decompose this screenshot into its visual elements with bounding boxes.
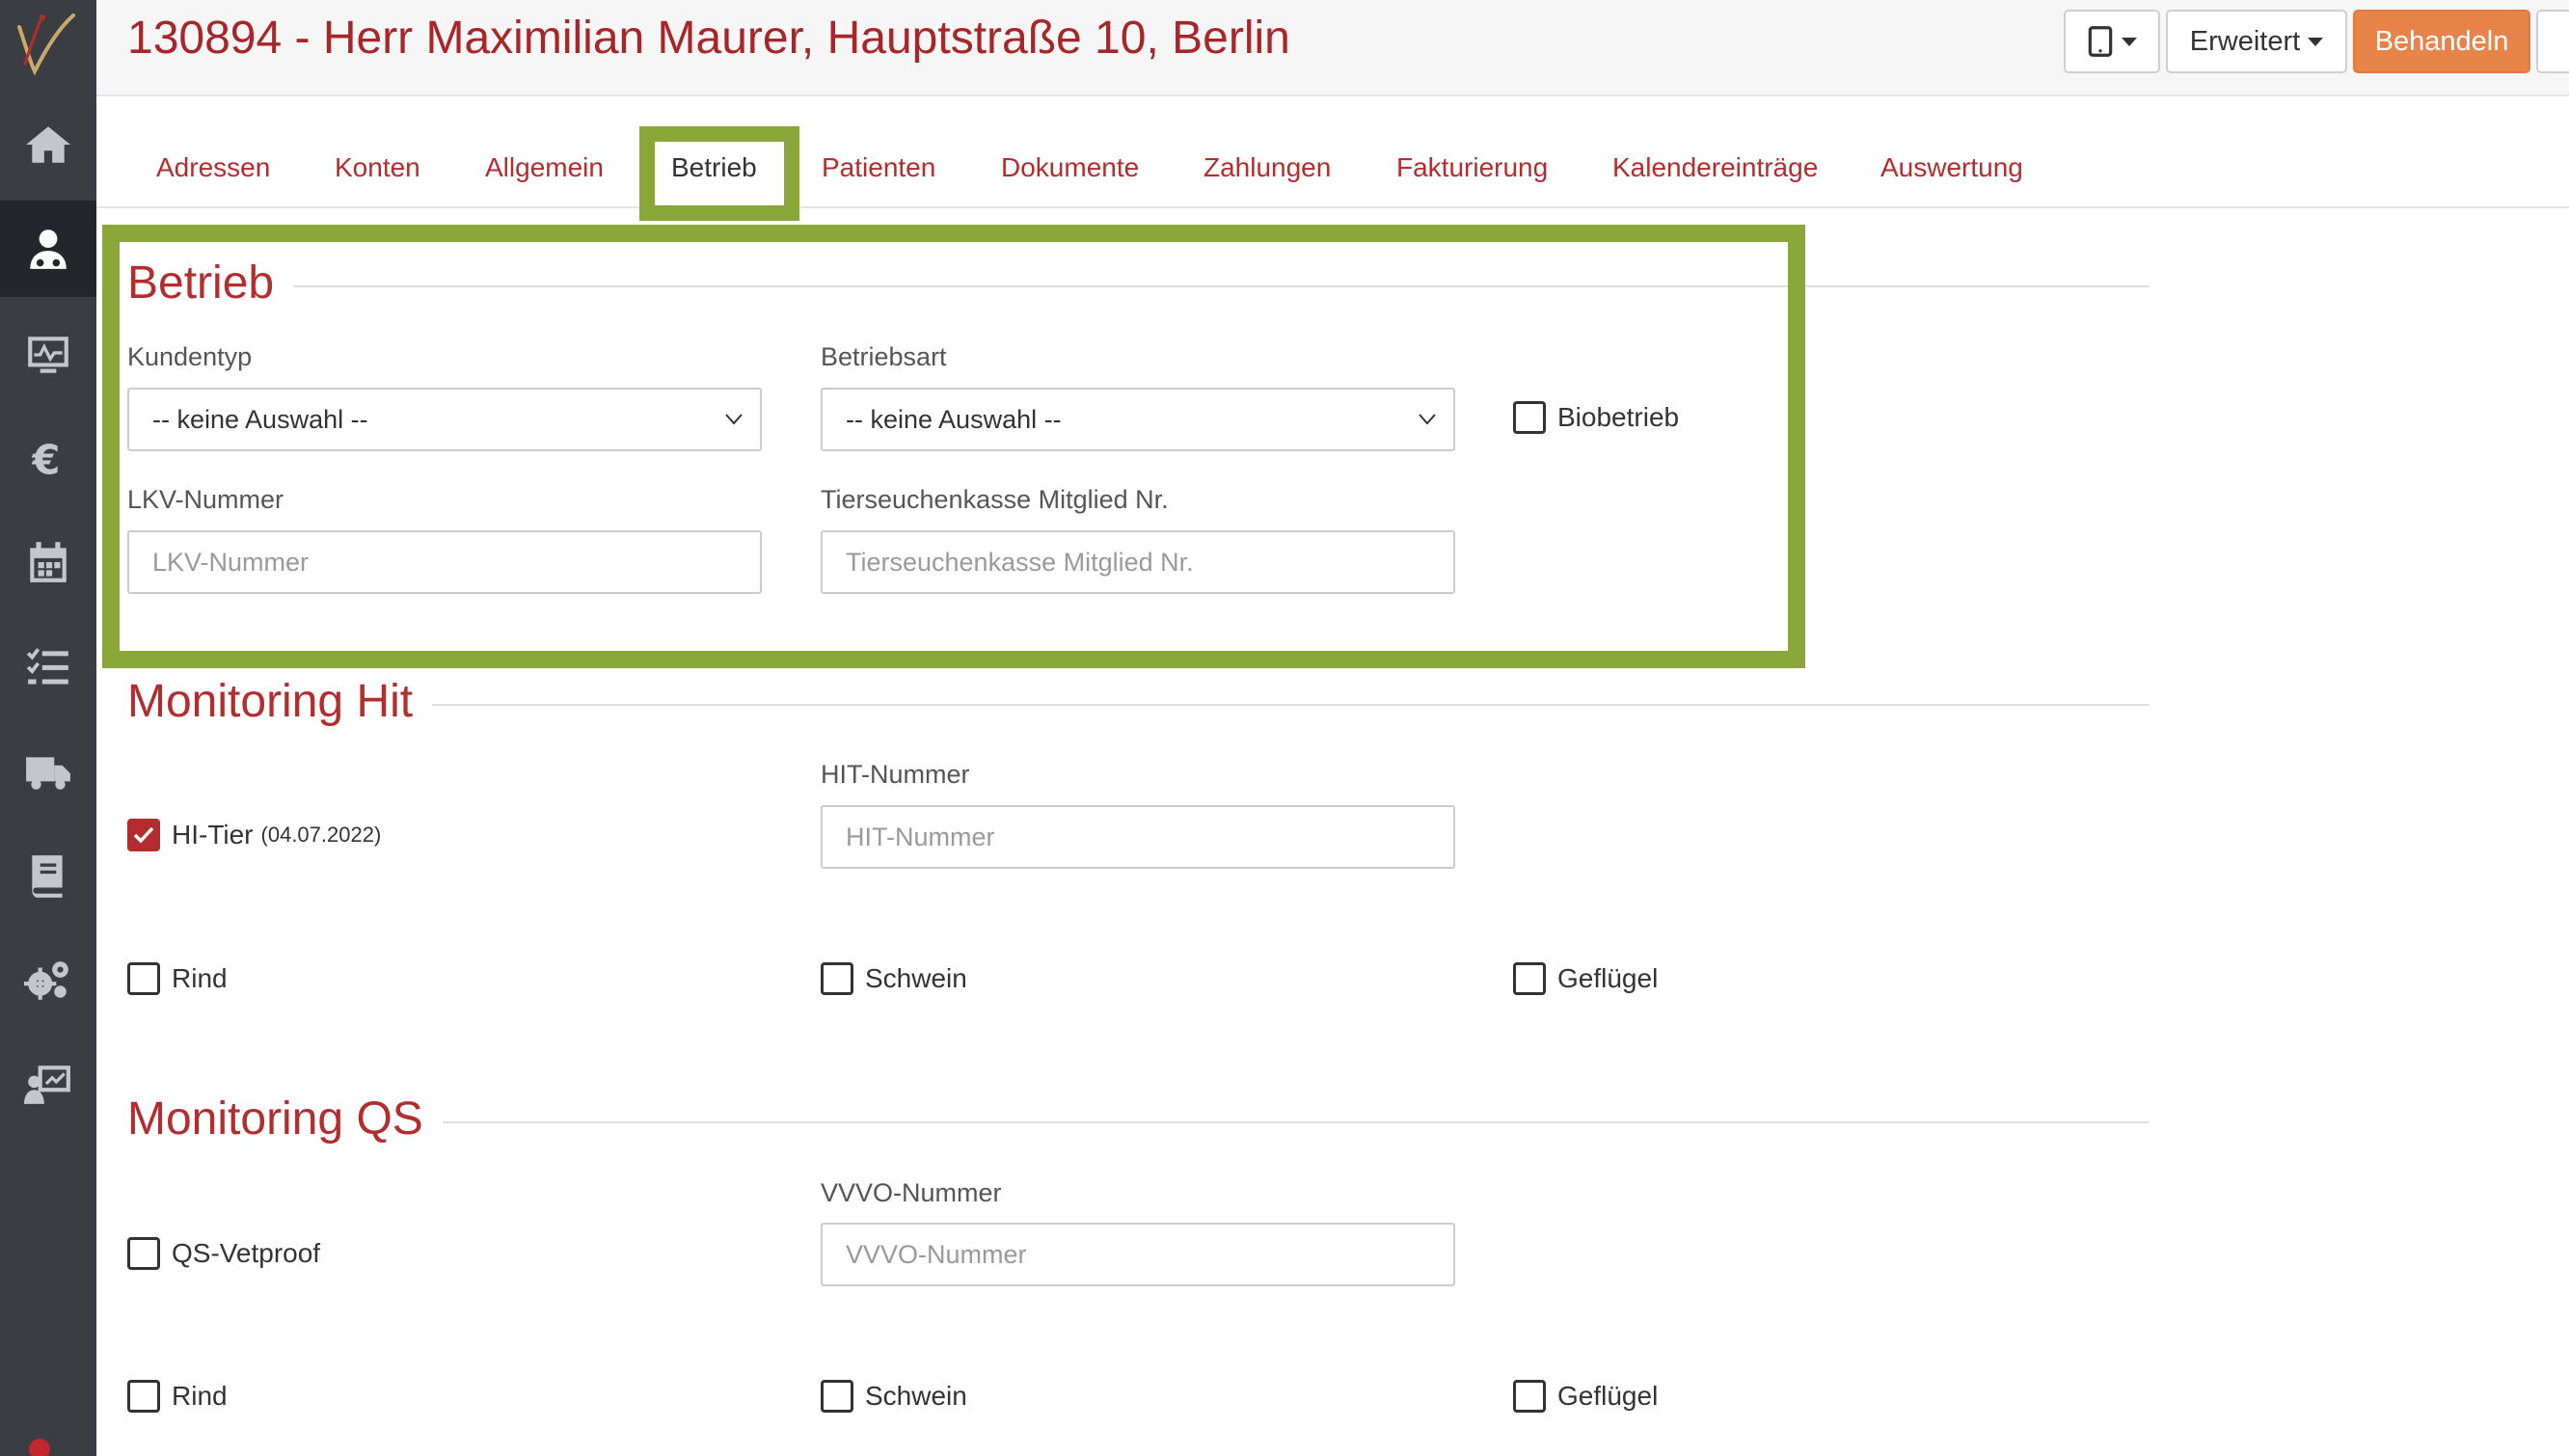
sidebar-item-documents[interactable] bbox=[0, 827, 96, 924]
sidebar-item-tasks[interactable] bbox=[0, 619, 96, 715]
qs-rind-checkbox[interactable]: Rind bbox=[127, 1380, 228, 1413]
hit-nummer-input[interactable]: HIT-Nummer bbox=[821, 805, 1455, 869]
tierseuchenkasse-placeholder: Tierseuchenkasse Mitglied Nr. bbox=[846, 547, 1194, 577]
hitier-date: (04.07.2022) bbox=[260, 822, 382, 847]
app-logo[interactable] bbox=[6, 6, 83, 83]
customer-icon bbox=[30, 229, 67, 269]
presentation-icon bbox=[24, 1065, 70, 1104]
lkv-placeholder: LKV-Nummer bbox=[152, 547, 310, 577]
section-title-monitoring-qs: Monitoring QS bbox=[127, 1092, 443, 1146]
hit-rind-label: Rind bbox=[172, 963, 228, 993]
svg-text:€: € bbox=[31, 437, 60, 482]
section-title-betrieb: Betrieb bbox=[127, 256, 294, 310]
home-icon bbox=[26, 126, 70, 163]
sidebar: € bbox=[0, 0, 96, 1456]
hit-rind-checkbox[interactable]: Rind bbox=[127, 962, 228, 995]
checkbox-box[interactable] bbox=[1513, 1380, 1546, 1413]
euro-icon: € bbox=[31, 437, 60, 482]
page-header: 130894 - Herr Maximilian Maurer, Hauptst… bbox=[96, 0, 2569, 96]
tierseuchenkasse-input[interactable]: Tierseuchenkasse Mitglied Nr. bbox=[821, 530, 1455, 594]
sidebar-item-monitor[interactable] bbox=[0, 307, 96, 403]
sidebar-item-calendar[interactable] bbox=[0, 514, 96, 610]
notification-dot[interactable] bbox=[29, 1439, 50, 1456]
tab-betrieb[interactable]: Betrieb bbox=[671, 152, 757, 183]
qs-gefluegel-label: Geflügel bbox=[1557, 1381, 1659, 1411]
checkbox-box[interactable] bbox=[127, 962, 160, 995]
checkbox-box[interactable] bbox=[127, 1380, 160, 1413]
checkbox-box[interactable] bbox=[821, 962, 853, 995]
vvvo-placeholder: VVVO-Nummer bbox=[846, 1239, 1027, 1269]
kundentyp-label: Kundentyp bbox=[127, 342, 253, 371]
hitier-checkbox[interactable]: HI-Tier (04.07.2022) bbox=[127, 819, 381, 851]
checkbox-box[interactable] bbox=[127, 1237, 160, 1270]
tab-adressen[interactable]: Adressen bbox=[156, 152, 270, 183]
hit-nummer-placeholder: HIT-Nummer bbox=[846, 822, 995, 851]
tab-bar: Adressen Konten Allgemein Betrieb Patien… bbox=[96, 125, 2569, 221]
tab-auswertung[interactable]: Auswertung bbox=[1880, 152, 2023, 183]
tab-kalendereintraege[interactable]: Kalendereinträge bbox=[1612, 152, 1818, 183]
vvvo-label: VVVO-Nummer bbox=[821, 1178, 1002, 1207]
tierseuchenkasse-label: Tierseuchenkasse Mitglied Nr. bbox=[821, 485, 1169, 514]
qs-schwein-checkbox[interactable]: Schwein bbox=[821, 1380, 967, 1413]
biobetrieb-checkbox[interactable]: Biobetrieb bbox=[1513, 401, 1679, 434]
qs-schwein-label: Schwein bbox=[865, 1381, 967, 1411]
checkbox-box[interactable] bbox=[1513, 962, 1546, 995]
sidebar-item-home[interactable] bbox=[0, 96, 96, 193]
chevron-down-icon bbox=[725, 414, 743, 425]
kundentyp-value: -- keine Auswahl -- bbox=[152, 404, 368, 434]
hit-schwein-label: Schwein bbox=[865, 963, 967, 993]
erweitert-label: Erweitert bbox=[2189, 25, 2301, 57]
calendar-icon bbox=[30, 542, 67, 582]
truck-icon bbox=[26, 757, 70, 790]
more-actions-button[interactable] bbox=[2536, 10, 2569, 73]
sidebar-item-customer[interactable] bbox=[0, 201, 96, 297]
sidebar-item-reports[interactable] bbox=[0, 1036, 96, 1132]
section-title-monitoring-hit: Monitoring Hit bbox=[127, 675, 433, 728]
monitor-chart-icon bbox=[28, 337, 68, 373]
book-icon bbox=[32, 855, 63, 898]
betriebsart-select[interactable]: -- keine Auswahl -- bbox=[821, 388, 1455, 451]
tablet-icon bbox=[2088, 26, 2113, 57]
sidebar-item-finance[interactable]: € bbox=[0, 410, 96, 506]
tab-dokumente[interactable]: Dokumente bbox=[1001, 152, 1139, 183]
lkv-input[interactable]: LKV-Nummer bbox=[127, 530, 762, 594]
gears-icon bbox=[24, 961, 68, 1000]
chevron-down-icon bbox=[2308, 37, 2324, 46]
tab-fakturierung[interactable]: Fakturierung bbox=[1396, 152, 1548, 183]
tab-konten[interactable]: Konten bbox=[335, 152, 420, 183]
device-view-button[interactable] bbox=[2064, 10, 2160, 73]
checklist-icon bbox=[26, 648, 68, 685]
chevron-down-icon bbox=[1419, 414, 1436, 425]
sidebar-item-settings[interactable] bbox=[0, 931, 96, 1028]
page-title: 130894 - Herr Maximilian Maurer, Hauptst… bbox=[127, 13, 1290, 64]
vvvo-input[interactable]: VVVO-Nummer bbox=[821, 1223, 1455, 1286]
tab-zahlungen[interactable]: Zahlungen bbox=[1203, 152, 1331, 183]
tab-allgemein[interactable]: Allgemein bbox=[485, 152, 604, 183]
betriebsart-value: -- keine Auswahl -- bbox=[846, 404, 1062, 434]
checkbox-box[interactable] bbox=[1513, 401, 1546, 434]
lkv-label: LKV-Nummer bbox=[127, 485, 284, 514]
behandeln-button[interactable]: Behandeln bbox=[2353, 10, 2530, 73]
qs-vetproof-label: QS-Vetproof bbox=[172, 1238, 321, 1268]
hit-gefluegel-checkbox[interactable]: Geflügel bbox=[1513, 962, 1658, 995]
chevron-down-icon bbox=[2122, 37, 2137, 46]
kundentyp-select[interactable]: -- keine Auswahl -- bbox=[127, 388, 762, 451]
hit-nummer-label: HIT-Nummer bbox=[821, 760, 970, 789]
hit-schwein-checkbox[interactable]: Schwein bbox=[821, 962, 967, 995]
checkmark-icon bbox=[133, 826, 154, 844]
behandeln-label: Behandeln bbox=[2374, 25, 2509, 57]
checkbox-box[interactable] bbox=[821, 1380, 853, 1413]
qs-rind-label: Rind bbox=[172, 1381, 228, 1411]
betriebsart-label: Betriebsart bbox=[821, 342, 947, 371]
biobetrieb-label: Biobetrieb bbox=[1557, 402, 1680, 432]
tab-patienten[interactable]: Patienten bbox=[822, 152, 935, 183]
erweitert-button[interactable]: Erweitert bbox=[2166, 10, 2347, 73]
qs-vetproof-checkbox[interactable]: QS-Vetproof bbox=[127, 1237, 320, 1270]
qs-gefluegel-checkbox[interactable]: Geflügel bbox=[1513, 1380, 1658, 1413]
section-divider bbox=[127, 285, 2150, 287]
checkbox-box[interactable] bbox=[127, 819, 160, 851]
hit-gefluegel-label: Geflügel bbox=[1557, 963, 1659, 993]
hitier-label: HI-Tier bbox=[172, 820, 254, 849]
sidebar-item-delivery[interactable] bbox=[0, 723, 96, 820]
